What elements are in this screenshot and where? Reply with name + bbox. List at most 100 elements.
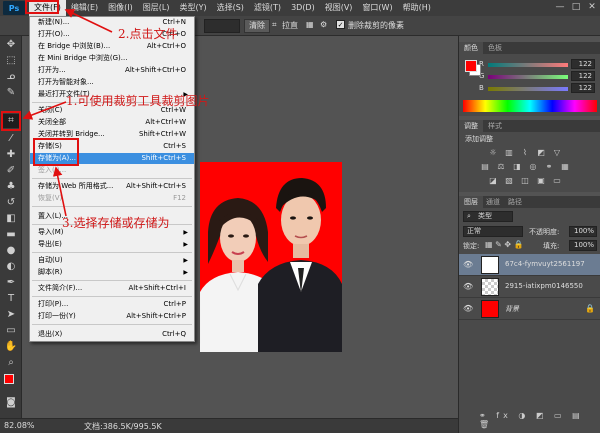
menu-help[interactable]: 帮助(H) — [398, 0, 436, 16]
eraser-tool-icon[interactable]: ◧ — [3, 212, 19, 226]
menu-item-print[interactable]: 打印(P)... Ctrl+P — [30, 299, 194, 310]
history-brush-icon[interactable]: ↺ — [3, 196, 19, 210]
layer-filter-select[interactable]: ⌕ 类型 — [463, 211, 513, 222]
stamp-tool-icon[interactable]: ♣ — [3, 180, 19, 194]
visibility-eye-icon[interactable]: 👁 — [463, 260, 473, 270]
panel-foreground-swatch[interactable] — [465, 60, 477, 72]
fill-field[interactable]: 100% — [569, 240, 597, 251]
blue-slider[interactable] — [488, 87, 568, 91]
red-value-field[interactable]: 122 — [571, 59, 595, 69]
healing-tool-icon[interactable]: ✚ — [3, 148, 19, 162]
marquee-tool-icon[interactable]: ⬚ — [3, 54, 19, 68]
layer-name[interactable]: 2915-iatixpm0146550 — [505, 282, 583, 290]
gradient-map-icon[interactable]: ▭ — [551, 176, 563, 186]
straighten-label[interactable]: 拉直 — [282, 20, 298, 31]
invert-icon[interactable]: ◪ — [487, 176, 499, 186]
dodge-tool-icon[interactable]: ◐ — [3, 260, 19, 274]
tab-channels[interactable]: 通道 — [481, 196, 505, 208]
color-spectrum[interactable] — [463, 100, 597, 112]
move-tool-icon[interactable]: ✥ — [3, 38, 19, 52]
menu-filter[interactable]: 滤镜(T) — [249, 0, 286, 16]
menu-select[interactable]: 选择(S) — [212, 0, 249, 16]
brush-tool-icon[interactable]: ✐ — [3, 164, 19, 178]
gradient-tool-icon[interactable]: ▬ — [3, 228, 19, 242]
tab-adjustments[interactable]: 调整 — [459, 120, 483, 132]
zoom-tool-icon[interactable]: ⌕ — [3, 356, 19, 370]
tab-layers[interactable]: 图层 — [459, 196, 483, 208]
lock-icons[interactable]: ▦ ✎ ✥ 🔒 — [485, 240, 524, 249]
zoom-level[interactable]: 82.08% — [4, 421, 35, 430]
green-slider[interactable] — [488, 75, 568, 79]
menu-image[interactable]: 图像(I) — [103, 0, 138, 16]
color-balance-icon[interactable]: ⚖ — [495, 162, 507, 172]
close-button[interactable]: ✕ — [586, 1, 598, 13]
vibrance-icon[interactable]: ▽ — [551, 148, 563, 158]
minimize-button[interactable]: — — [554, 1, 566, 13]
layer-name[interactable]: 67c4-fymvuyt2561197 — [505, 260, 585, 268]
levels-icon[interactable]: ▥ — [503, 148, 515, 158]
pen-tool-icon[interactable]: ✒ — [3, 276, 19, 290]
straighten-icon[interactable]: ⌗ — [272, 20, 277, 30]
opacity-field[interactable]: 100% — [569, 226, 597, 237]
menu-layer[interactable]: 图层(L) — [138, 0, 175, 16]
blur-tool-icon[interactable]: ● — [3, 244, 19, 258]
menu-item-exit[interactable]: 退出(X) Ctrl+Q — [30, 329, 194, 340]
menu-edit[interactable]: 编辑(E) — [66, 0, 103, 16]
menu-view[interactable]: 视图(V) — [320, 0, 358, 16]
menu-item-open-smart-object[interactable]: 打开为智能对象... — [30, 77, 194, 88]
menu-item-browse-bridge[interactable]: 在 Bridge 中浏览(B)... Alt+Ctrl+O — [30, 41, 194, 52]
curves-icon[interactable]: ⌇ — [519, 148, 531, 158]
image-canvas[interactable] — [200, 162, 342, 352]
tab-color[interactable]: 颜色 — [459, 42, 483, 54]
hue-saturation-icon[interactable]: ▤ — [479, 162, 491, 172]
tab-swatches[interactable]: 色板 — [483, 42, 507, 54]
exposure-icon[interactable]: ◩ — [535, 148, 547, 158]
brightness-icon[interactable]: ☼ — [487, 148, 499, 158]
menu-item-export[interactable]: 导出(E) ▶ — [30, 239, 194, 250]
quick-select-tool-icon[interactable]: ✎ — [3, 86, 19, 100]
menu-item-close-all[interactable]: 关闭全部 Alt+Ctrl+W — [30, 117, 194, 128]
tab-styles[interactable]: 样式 — [483, 120, 507, 132]
hand-tool-icon[interactable]: ✋ — [3, 340, 19, 354]
red-slider[interactable] — [488, 63, 568, 67]
grid-overlay-icon[interactable]: ▦ — [306, 20, 314, 29]
posterize-icon[interactable]: ▧ — [503, 176, 515, 186]
lasso-tool-icon[interactable]: ᓄ — [3, 70, 19, 84]
tab-paths[interactable]: 路径 — [503, 196, 527, 208]
foreground-color-swatch[interactable] — [4, 374, 14, 384]
layer-name[interactable]: 背景 — [505, 304, 519, 314]
layer-row[interactable]: 👁 2915-iatixpm0146550 — [459, 276, 600, 298]
blend-mode-select[interactable]: 正常 — [463, 226, 523, 237]
selective-color-icon[interactable]: ▣ — [535, 176, 547, 186]
menu-item-scripts[interactable]: 脚本(R) ▶ — [30, 267, 194, 278]
type-tool-icon[interactable]: T — [3, 292, 19, 306]
visibility-eye-icon[interactable]: 👁 — [463, 282, 473, 292]
crop-ratio-field[interactable] — [204, 19, 240, 33]
clear-button[interactable]: 清除 — [244, 19, 270, 33]
menu-3d[interactable]: 3D(D) — [286, 0, 320, 16]
delete-cropped-checkbox[interactable]: ✓ — [336, 20, 345, 29]
color-lookup-icon[interactable]: ▦ — [559, 162, 571, 172]
black-white-icon[interactable]: ◨ — [511, 162, 523, 172]
gear-icon[interactable]: ⚙ — [320, 20, 327, 29]
blue-value-field[interactable]: 122 — [571, 83, 595, 93]
path-select-icon[interactable]: ➤ — [3, 308, 19, 322]
quick-mask-icon[interactable]: ◙ — [3, 396, 19, 410]
menu-item-automate[interactable]: 自动(U) ▶ — [30, 255, 194, 266]
menu-type[interactable]: 类型(Y) — [174, 0, 211, 16]
channel-mixer-icon[interactable]: ⚭ — [543, 162, 555, 172]
threshold-icon[interactable]: ◫ — [519, 176, 531, 186]
menu-item-print-one[interactable]: 打印一份(Y) Alt+Shift+Ctrl+P — [30, 311, 194, 322]
menu-window[interactable]: 窗口(W) — [357, 0, 397, 16]
layer-actions-icons[interactable]: ⚭ fx ◑ ◩ ▭ ▤ 🗑 — [479, 411, 600, 429]
shape-tool-icon[interactable]: ▭ — [3, 324, 19, 338]
eyedropper-tool-icon[interactable]: ⁄ — [3, 132, 19, 146]
menu-item-file-info[interactable]: 文件简介(F)... Alt+Shift+Ctrl+I — [30, 283, 194, 294]
photo-filter-icon[interactable]: ◎ — [527, 162, 539, 172]
menu-item-browse-mini-bridge[interactable]: 在 Mini Bridge 中浏览(G)... — [30, 53, 194, 64]
layer-row[interactable]: 👁 背景 🔒 — [459, 298, 600, 320]
menu-item-save-for-web[interactable]: 存储为 Web 所用格式... Alt+Shift+Ctrl+S — [30, 181, 194, 192]
green-value-field[interactable]: 122 — [571, 71, 595, 81]
visibility-eye-icon[interactable]: 👁 — [463, 304, 473, 314]
layer-row[interactable]: 👁 67c4-fymvuyt2561197 — [459, 254, 600, 276]
